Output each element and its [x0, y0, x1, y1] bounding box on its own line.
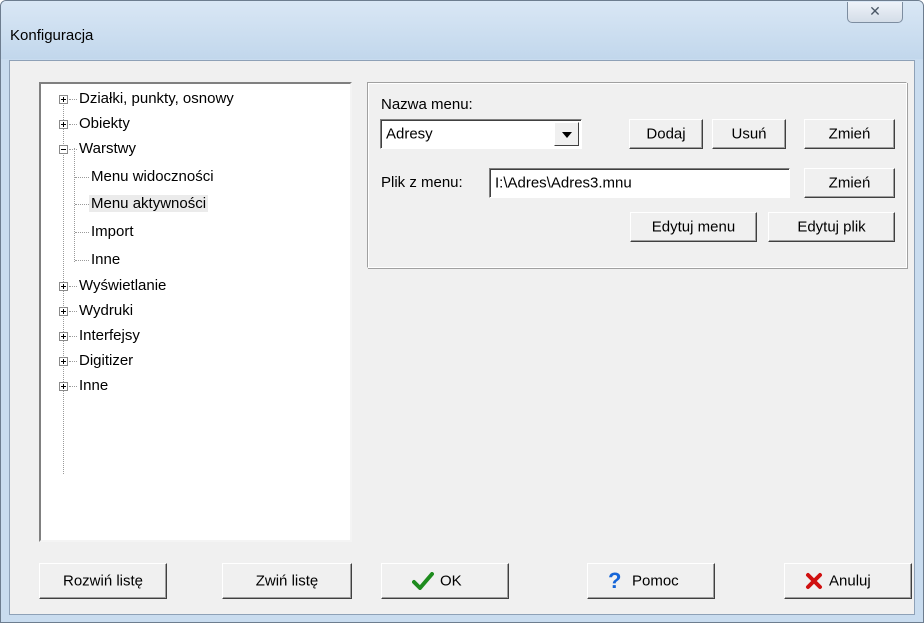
tree-item-obiekty[interactable]: Obiekty	[77, 114, 132, 134]
config-tree[interactable]: Działki, punkty, osnowy Obiekty Warstwy …	[39, 82, 352, 542]
expand-icon[interactable]	[59, 282, 68, 291]
tree-item-label: Menu widoczności	[91, 168, 214, 185]
remove-button[interactable]: Usuń	[712, 119, 786, 149]
tree-item-digitizer[interactable]: Digitizer	[77, 351, 135, 371]
tree-item-wyswietlanie[interactable]: Wyświetlanie	[77, 276, 168, 296]
tree-line	[69, 361, 77, 362]
menu-file-value: I:\Adres\Adres3.mnu	[495, 174, 632, 192]
menu-file-label: Plik z menu:	[381, 174, 463, 191]
edit-file-button[interactable]: Edytuj plik	[768, 212, 895, 242]
tree-line	[69, 124, 77, 125]
tree-item-menu-widocznosci[interactable]: Menu widoczności	[89, 167, 216, 187]
tree-line	[75, 232, 89, 233]
tree-item-label: Wyświetlanie	[79, 277, 167, 294]
tree-item-inne[interactable]: Inne	[77, 376, 110, 396]
tree-item-label: Import	[91, 223, 134, 240]
menu-settings-panel: Nazwa menu: Adresy Dodaj Usuń Zmień Plik…	[367, 82, 907, 268]
tree-item-label: Inne	[91, 251, 121, 268]
tree-line	[74, 148, 75, 262]
tree-item-warstwy[interactable]: Warstwy	[77, 139, 138, 159]
tree-line	[75, 204, 89, 205]
expand-icon[interactable]	[59, 382, 68, 391]
close-icon: ✕	[869, 3, 881, 19]
close-button[interactable]: ✕	[847, 2, 903, 23]
tree-item-dzialki[interactable]: Działki, punkty, osnowy	[77, 89, 236, 109]
expand-icon[interactable]	[59, 307, 68, 316]
tree-line	[69, 386, 77, 387]
expand-list-button[interactable]: Rozwiń listę	[39, 563, 167, 599]
change-menu-button[interactable]: Zmień	[804, 119, 895, 149]
tree-line	[69, 336, 77, 337]
tree-line	[69, 286, 77, 287]
cancel-button[interactable]: Anuluj	[784, 563, 912, 599]
tree-item-inne-sub[interactable]: Inne	[89, 250, 122, 270]
help-button[interactable]: ? Pomoc	[587, 563, 715, 599]
menu-name-value: Adresy	[386, 125, 433, 143]
menu-name-dropdown[interactable]: Adresy	[380, 119, 582, 149]
tree-item-label: Działki, punkty, osnowy	[79, 90, 234, 107]
collapse-icon[interactable]	[59, 145, 68, 154]
checkmark-icon	[412, 572, 434, 590]
expand-icon[interactable]	[59, 332, 68, 341]
collapse-list-button[interactable]: Zwiń listę	[222, 563, 352, 599]
tree-line	[69, 99, 77, 100]
tree-item-label: Obiekty	[79, 115, 130, 132]
expand-icon[interactable]	[59, 120, 68, 129]
title-bar[interactable]: Konfiguracja ✕	[1, 1, 923, 59]
chevron-down-icon[interactable]	[554, 122, 579, 146]
change-file-button[interactable]: Zmień	[804, 168, 895, 198]
tree-item-menu-aktywnosci[interactable]: Menu aktywności	[89, 194, 209, 214]
expand-icon[interactable]	[59, 357, 68, 366]
expand-icon[interactable]	[59, 95, 68, 104]
tree-line	[75, 177, 89, 178]
tree-item-label: Wydruki	[79, 302, 134, 319]
menu-name-label: Nazwa menu:	[381, 96, 473, 113]
config-window: Konfiguracja ✕ Działki, punkty, osnowy O…	[0, 0, 924, 623]
tree-item-wydruki[interactable]: Wydruki	[77, 301, 135, 321]
add-button[interactable]: Dodaj	[629, 119, 703, 149]
dialog-body: Działki, punkty, osnowy Obiekty Warstwy …	[9, 60, 915, 615]
tree-line	[69, 311, 77, 312]
menu-file-input[interactable]: I:\Adres\Adres3.mnu	[489, 168, 790, 198]
tree-item-interfejsy[interactable]: Interfejsy	[77, 326, 142, 346]
tree-item-label: Warstwy	[79, 140, 136, 157]
tree-line	[69, 149, 77, 150]
tree-item-label: Digitizer	[79, 352, 134, 369]
tree-item-import[interactable]: Import	[89, 222, 136, 242]
tree-line	[75, 260, 89, 261]
ok-button[interactable]: OK	[381, 563, 509, 599]
edit-menu-button[interactable]: Edytuj menu	[630, 212, 757, 242]
window-title: Konfiguracja	[10, 27, 94, 44]
tree-item-label: Menu aktywności	[89, 195, 209, 212]
question-icon: ?	[608, 568, 622, 593]
tree-item-label: Inne	[79, 377, 109, 394]
cancel-x-icon	[805, 572, 823, 590]
tree-item-label: Interfejsy	[79, 327, 140, 344]
